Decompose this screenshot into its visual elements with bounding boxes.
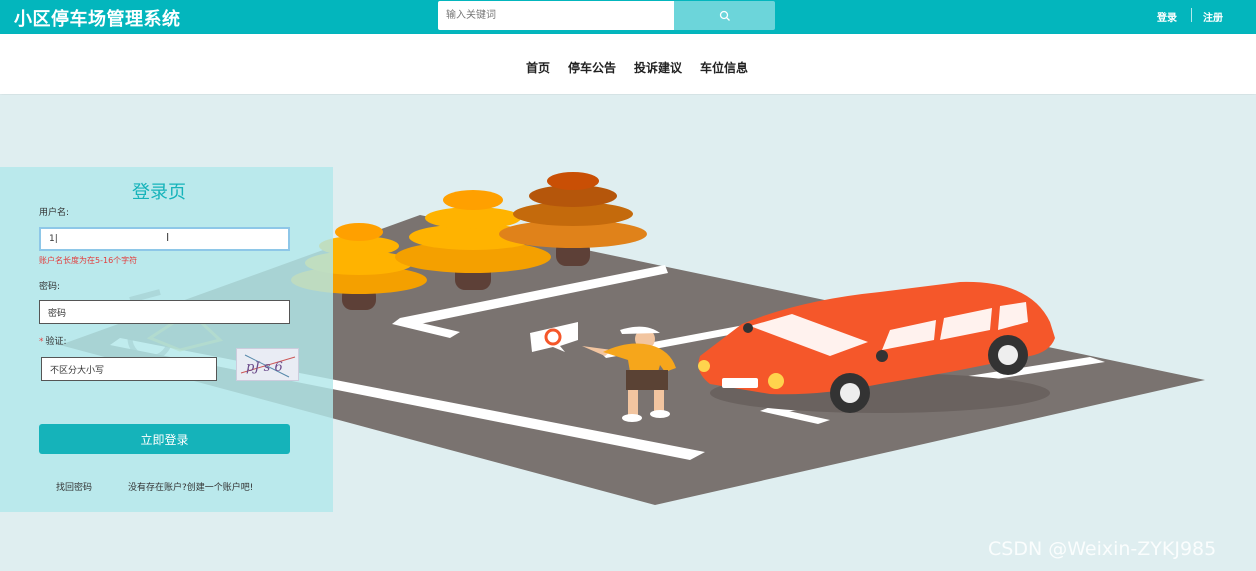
nav-item-parking-notice[interactable]: 停车公告 bbox=[568, 59, 616, 76]
login-title: 登录页 bbox=[132, 182, 186, 203]
text-cursor-icon: I bbox=[166, 231, 170, 244]
captcha-noise: pJ s 6 bbox=[240, 354, 296, 378]
nav-item-parking-spaces[interactable]: 车位信息 bbox=[700, 59, 748, 76]
site-logo[interactable]: 小区停车场管理系统 bbox=[14, 5, 181, 31]
register-link[interactable]: 注册 bbox=[1203, 9, 1223, 24]
watermark: CSDN @Weixin-ZYKJ985 bbox=[988, 538, 1217, 560]
password-placeholder: 密码 bbox=[48, 308, 67, 319]
username-field[interactable]: 1| bbox=[39, 227, 290, 251]
search-icon bbox=[719, 10, 730, 21]
captcha-image[interactable]: pJ s 6 bbox=[236, 348, 299, 381]
captcha-label: * 验证: bbox=[39, 334, 67, 347]
login-link[interactable]: 登录 bbox=[1157, 9, 1177, 24]
nav-item-home[interactable]: 首页 bbox=[526, 59, 550, 76]
captcha-placeholder: 不区分大小写 bbox=[50, 365, 105, 376]
top-bar: 小区停车场管理系统 登录 注册 bbox=[0, 0, 1256, 34]
username-value: 1| bbox=[49, 234, 58, 244]
password-field[interactable]: 密码 bbox=[39, 300, 290, 324]
captcha-text: pJ s 6 bbox=[246, 360, 283, 375]
forgot-password-link[interactable]: 找回密码 bbox=[56, 480, 92, 493]
captcha-field[interactable]: 不区分大小写 bbox=[41, 357, 217, 381]
search-input[interactable] bbox=[438, 1, 674, 30]
login-submit-button[interactable]: 立即登录 bbox=[39, 424, 290, 454]
nav-item-complaints[interactable]: 投诉建议 bbox=[634, 59, 682, 76]
captcha-label-text: 验证: bbox=[45, 337, 67, 347]
username-error: 账户名长度为在5-16个字符 bbox=[39, 256, 138, 265]
login-panel: 登录页 用户名: 1| I 账户名长度为在5-16个字符 密码: 密码 * 验证:… bbox=[0, 167, 333, 512]
username-label: 用户名: bbox=[39, 208, 70, 218]
create-account-link[interactable]: 没有存在账户?创建一个账户吧! bbox=[128, 480, 253, 493]
main-nav: 首页 停车公告 投诉建议 车位信息 bbox=[0, 34, 1256, 94]
top-divider bbox=[1191, 8, 1192, 22]
required-mark: * bbox=[39, 337, 44, 347]
search-button[interactable] bbox=[674, 1, 775, 30]
password-label: 密码: bbox=[39, 282, 61, 292]
